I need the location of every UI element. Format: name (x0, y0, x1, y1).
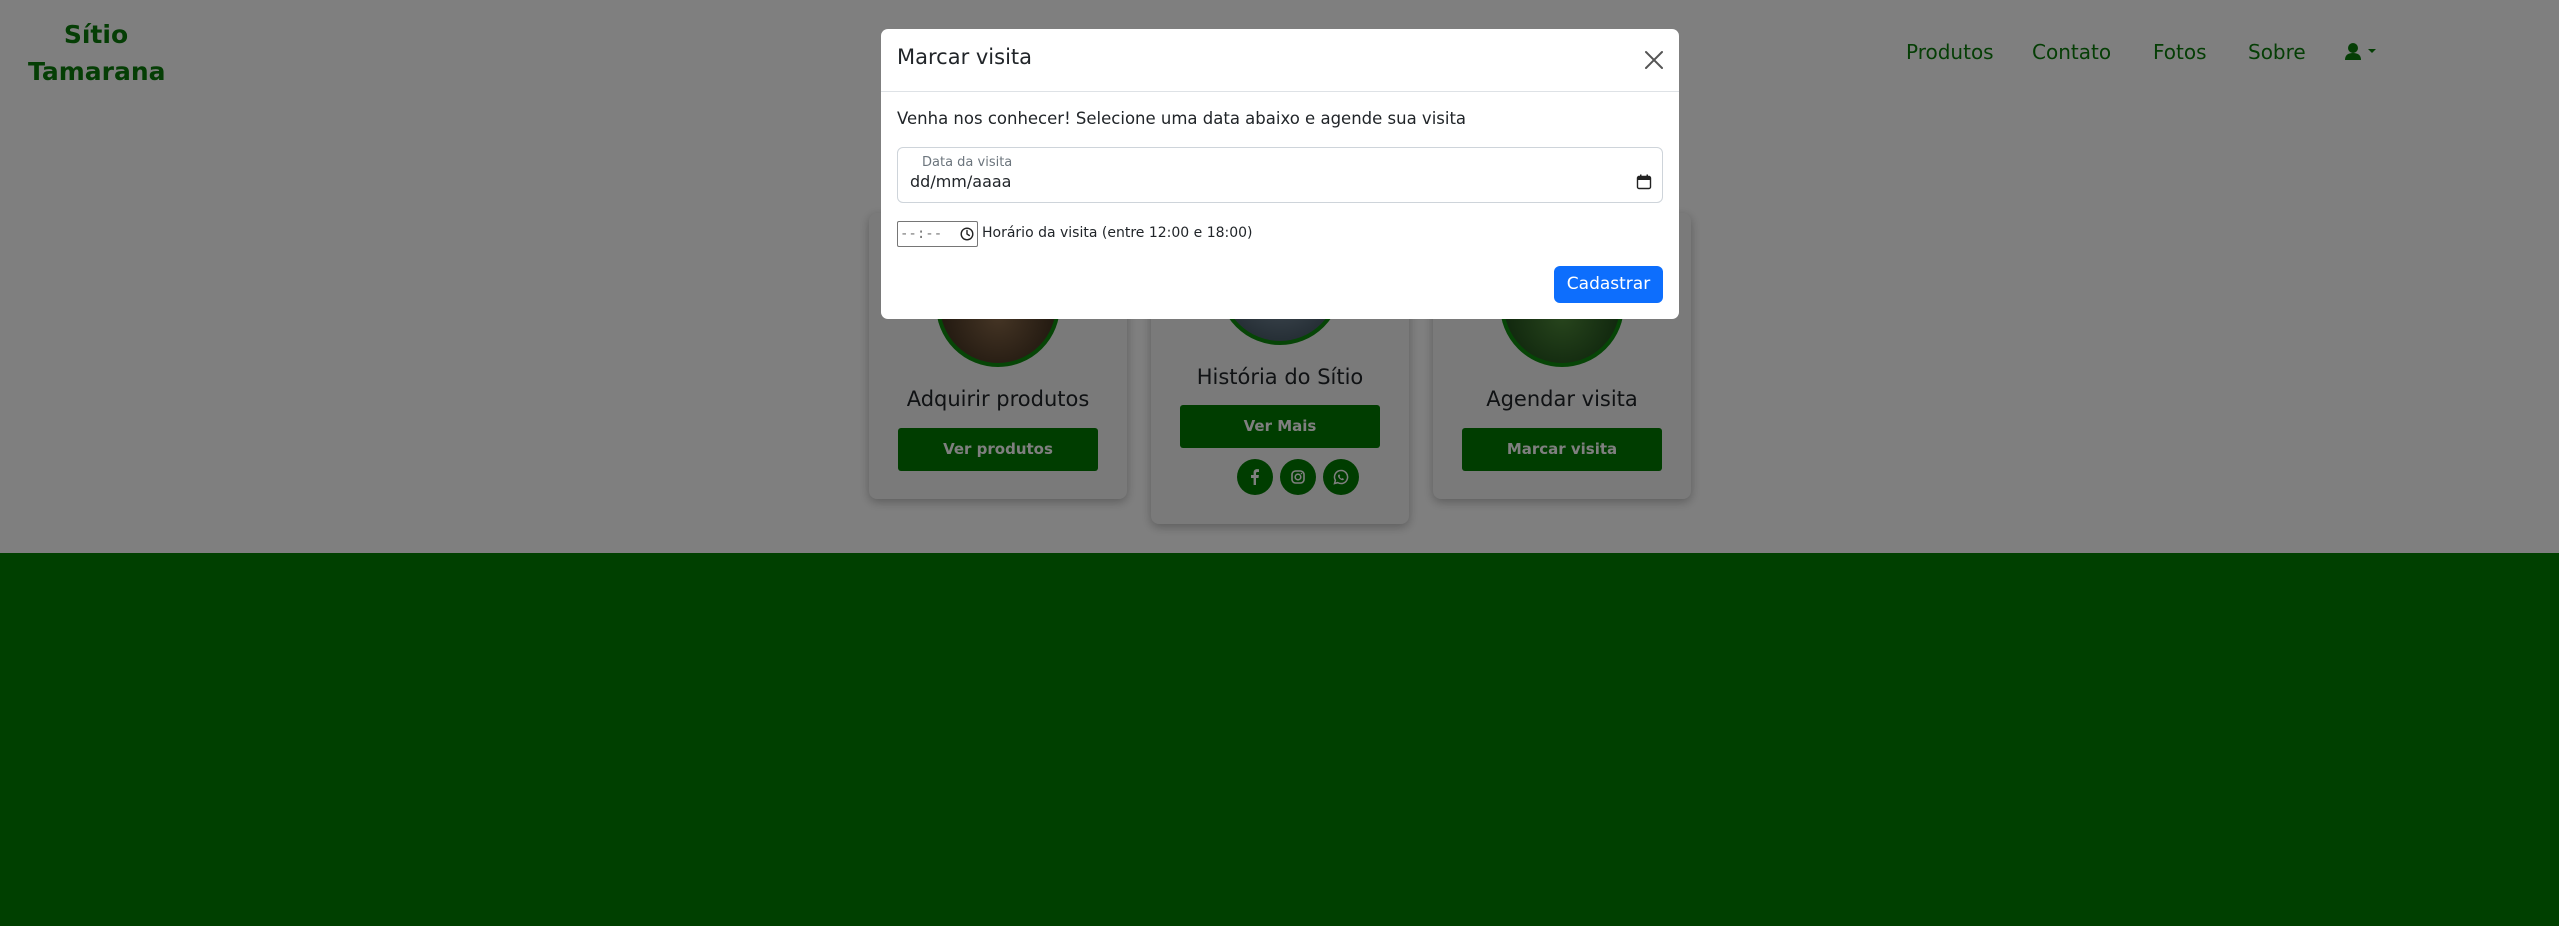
cadastrar-button[interactable]: Cadastrar (1554, 266, 1663, 303)
time-input[interactable]: --:-- (897, 221, 978, 247)
modal-title: Marcar visita (897, 45, 1033, 69)
date-input[interactable]: Data da visita dd/mm/aaaa (897, 147, 1663, 203)
date-placeholder: dd/mm/aaaa (910, 172, 1012, 191)
date-label: Data da visita (922, 155, 1013, 170)
modal-header: Marcar visita (881, 29, 1679, 92)
modal-marcar-visita: Marcar visita Venha nos conhecer! Seleci… (881, 29, 1679, 319)
time-placeholder: --:-- (900, 226, 943, 242)
time-label: Horário da visita (entre 12:00 e 18:00) (982, 225, 1253, 241)
close-button[interactable] (1643, 49, 1665, 71)
close-icon (1645, 51, 1663, 69)
modal-description: Venha nos conhecer! Selecione uma data a… (897, 109, 1467, 128)
clock-icon[interactable] (960, 227, 974, 241)
calendar-icon[interactable] (1636, 174, 1652, 190)
